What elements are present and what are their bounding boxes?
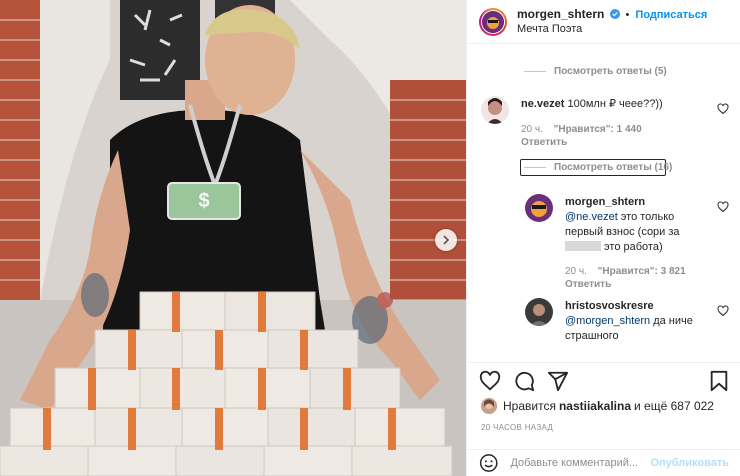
share-icon (547, 371, 569, 391)
comment-time: 20 ч. (521, 124, 543, 135)
comment-username[interactable]: morgen_shtern (565, 196, 645, 208)
post-location[interactable]: Мечта Поэта (517, 22, 707, 36)
author-avatar[interactable] (479, 7, 507, 36)
blurred-text (565, 241, 601, 251)
heart-icon[interactable] (717, 305, 729, 317)
comment-text: morgen_shtern @ne.vezet это только первы… (565, 195, 705, 255)
comment-body-end: это работа) (601, 241, 663, 253)
comment-mention[interactable]: @ne.vezet (565, 211, 618, 223)
likes-count[interactable]: и ещё 687 022 (634, 399, 714, 413)
comment-meta: 20 ч. "Нравится": 1 440 Ответить (521, 123, 642, 149)
view-replies-button[interactable]: Посмотреть ответы (5) (524, 66, 667, 77)
comments-list: Посмотреть ответы (5) ne.vezet 100млн ₽ … (467, 45, 740, 361)
post-header: morgen_shtern • Подписаться Мечта Поэта (467, 0, 740, 44)
commenter-avatar[interactable] (525, 194, 553, 222)
divider-line (524, 71, 546, 72)
add-comment-bar: Опубликовать (467, 449, 740, 476)
reply-button[interactable]: Ответить (521, 136, 642, 149)
reply-button[interactable]: Ответить (565, 278, 686, 291)
save-button[interactable] (709, 370, 729, 392)
verified-badge-icon (610, 9, 621, 19)
post-timestamp[interactable]: 20 ЧАСОВ НАЗАД (481, 423, 553, 432)
comment-meta: 20 ч. "Нравится": 3 821 Ответить (565, 265, 686, 291)
heart-icon[interactable] (717, 103, 729, 115)
like-button[interactable] (479, 370, 501, 392)
header-separator: • (625, 9, 630, 21)
share-button[interactable] (547, 370, 569, 392)
comment-likes[interactable]: "Нравится": 1 440 (554, 124, 642, 135)
comment-body: 100млн ₽ чеее??)) (567, 98, 663, 110)
view-replies-label: Посмотреть ответы (16) (554, 162, 673, 173)
comment-input[interactable] (510, 457, 651, 469)
comment-likes[interactable]: "Нравится": 3 821 (598, 266, 686, 277)
comment-text: ne.vezet 100млн ₽ чеее??)) (521, 97, 711, 112)
commenter-avatar[interactable] (481, 96, 509, 124)
liker-avatar[interactable] (481, 398, 497, 414)
post-photo-illustration: $ (0, 0, 466, 476)
comment-time: 20 ч. (565, 266, 587, 277)
next-arrow-icon (443, 235, 450, 245)
heart-icon[interactable] (717, 201, 729, 213)
comment-text: hristosvoskresre @morgen_shtern да ниче … (565, 299, 705, 344)
comment-username[interactable]: ne.vezet (521, 98, 564, 110)
post-details-pane: morgen_shtern • Подписаться Мечта Поэта … (466, 0, 740, 476)
comment-username[interactable]: hristosvoskresre (565, 300, 654, 312)
post-actions-bar (467, 362, 740, 398)
publish-button[interactable]: Опубликовать (650, 457, 729, 469)
author-username[interactable]: morgen_shtern (517, 7, 604, 21)
likes-prefix: Нравится (503, 399, 556, 413)
follow-button[interactable]: Подписаться (635, 9, 707, 21)
bookmark-icon (710, 370, 728, 391)
likes-summary: Нравится nastiiakalina и ещё 687 022 (481, 398, 714, 414)
svg-text:$: $ (198, 190, 209, 212)
next-photo-button[interactable] (435, 229, 457, 251)
divider-line (524, 167, 546, 168)
view-replies-button[interactable]: Посмотреть ответы (16) (524, 162, 672, 173)
emoji-icon[interactable] (479, 453, 498, 473)
heart-icon (479, 370, 501, 390)
view-replies-label: Посмотреть ответы (5) (554, 66, 667, 77)
comment-mention[interactable]: @morgen_shtern (565, 315, 650, 327)
post-photo: $ (0, 0, 466, 476)
liker-username[interactable]: nastiiakalina (559, 399, 631, 413)
comment-button[interactable] (513, 370, 535, 392)
comment-icon (515, 371, 535, 391)
commenter-avatar[interactable] (525, 298, 553, 326)
